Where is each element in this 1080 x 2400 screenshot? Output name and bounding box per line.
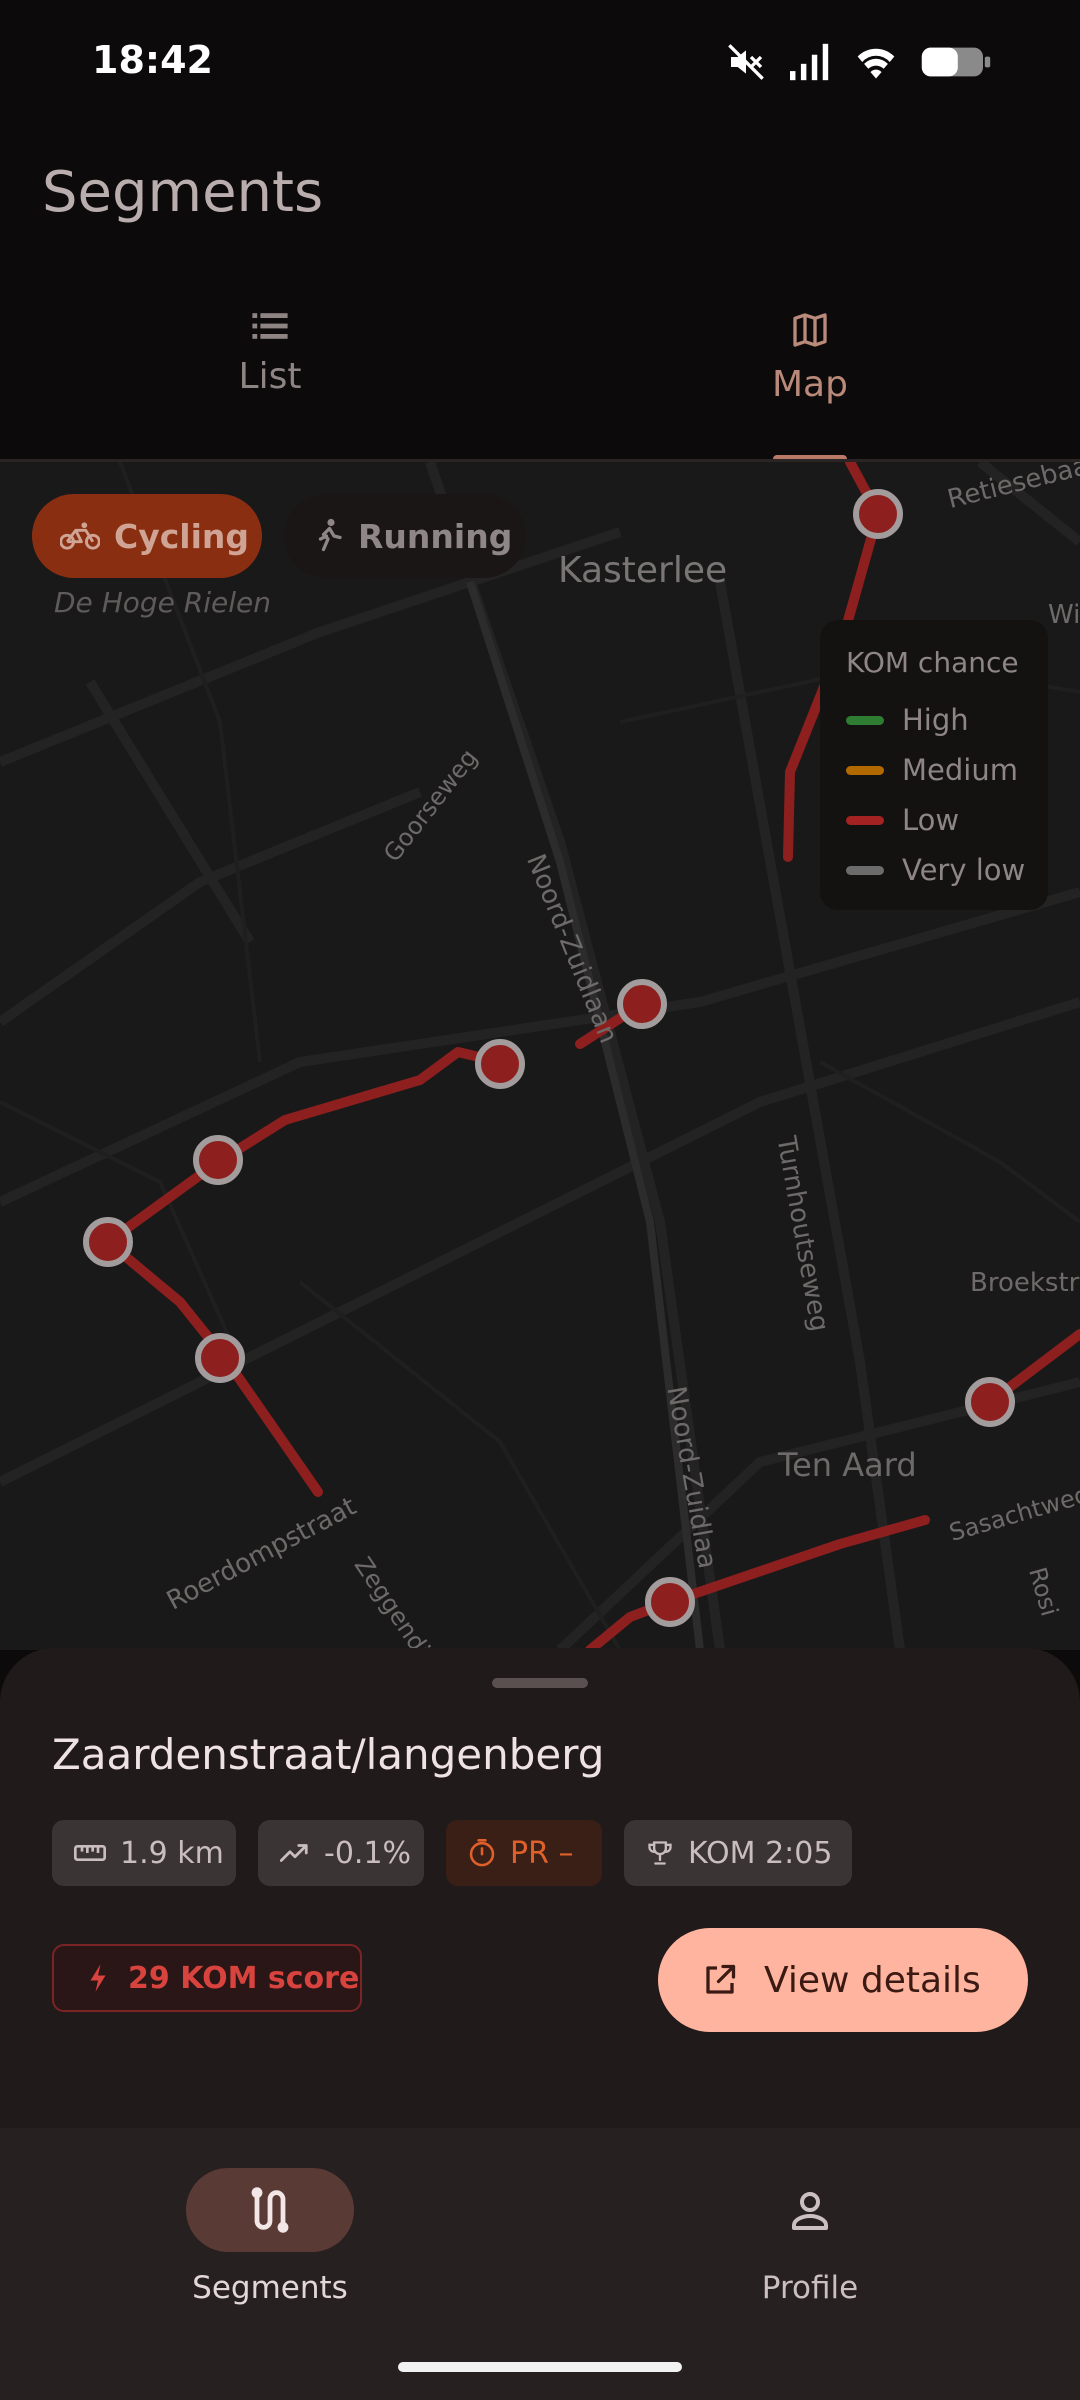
legend-label: Low — [902, 803, 960, 837]
nav-profile[interactable]: Profile — [540, 2168, 1080, 2306]
nav-segments-label: Segments — [192, 2270, 348, 2306]
legend-item-medium: Medium — [846, 750, 1018, 790]
tab-list-label: List — [238, 356, 302, 397]
ruler-icon — [74, 1845, 106, 1861]
bolt-icon — [90, 1964, 106, 1992]
tab-map[interactable]: Map — [540, 310, 1080, 405]
place-label: Kasterlee — [558, 550, 728, 591]
route-bottom — [585, 1515, 930, 1650]
battery-icon — [921, 47, 991, 77]
status-icons — [726, 40, 992, 84]
person-icon — [792, 2192, 828, 2230]
route-icon — [251, 2187, 289, 2233]
nav-segments[interactable]: Segments — [0, 2168, 540, 2306]
open-external-icon — [706, 1964, 736, 1994]
route-left — [103, 1047, 505, 1497]
view-details-button[interactable]: View details — [658, 1928, 1028, 2032]
place-label: De Hoge Rielen — [54, 586, 271, 619]
list-icon — [252, 313, 288, 339]
app-bar: Segments — [0, 120, 1080, 460]
segment-marker[interactable] — [195, 1333, 245, 1383]
segment-name: Zaardenstraat/langenberg — [52, 1730, 605, 1779]
legend-swatch — [846, 715, 884, 725]
legend-label: Very low — [902, 853, 1026, 887]
legend-item-high: High — [846, 700, 969, 740]
kom-time-value: KOM 2:05 — [688, 1835, 833, 1871]
kom-score-value: 29 KOM score — [128, 1960, 360, 1996]
legend-swatch — [846, 765, 884, 775]
running-filter-chip[interactable]: Running — [284, 494, 526, 578]
bottom-navigation: Segments Profile — [0, 2128, 1080, 2400]
place-label: Broekstra — [970, 1268, 1080, 1298]
bike-icon — [60, 522, 100, 550]
kom-time-chip: KOM 2:05 — [624, 1820, 852, 1886]
kom-chance-legend: KOM chance High Medium Low Very low — [820, 620, 1048, 910]
legend-label: Medium — [902, 753, 1018, 787]
legend-title: KOM chance — [846, 646, 1019, 679]
kom-score-badge: 29 KOM score — [52, 1944, 362, 2012]
map-icon — [793, 313, 827, 347]
legend-item-low: Low — [846, 800, 959, 840]
pr-chip: PR – — [446, 1820, 602, 1886]
nav-segments-pill — [186, 2168, 354, 2252]
nav-profile-pill — [726, 2168, 894, 2252]
cycling-label: Cycling — [114, 516, 250, 556]
signal-icon — [790, 43, 829, 81]
running-label: Running — [358, 516, 513, 556]
segment-marker[interactable] — [617, 979, 667, 1029]
segment-marker[interactable] — [853, 489, 903, 539]
wifi-icon — [857, 48, 895, 79]
timer-icon — [469, 1839, 495, 1867]
segment-marker[interactable] — [965, 1377, 1015, 1427]
mute-icon — [728, 44, 764, 80]
trending-icon — [280, 1844, 308, 1862]
legend-swatch — [846, 815, 884, 825]
legend-item-very-low: Very low — [846, 850, 1025, 890]
distance-value: 1.9 km — [120, 1835, 224, 1871]
legend-swatch — [846, 865, 884, 875]
tab-list[interactable]: List — [0, 310, 540, 397]
grade-chip: -0.1% — [258, 1820, 424, 1886]
segment-marker[interactable] — [645, 1577, 695, 1627]
status-time: 18:42 — [92, 38, 213, 82]
run-icon — [318, 518, 342, 552]
tab-map-label: Map — [772, 364, 848, 405]
segment-marker[interactable] — [193, 1135, 243, 1185]
view-details-label: View details — [764, 1959, 981, 2001]
pr-value: PR – — [510, 1835, 574, 1871]
segment-marker[interactable] — [475, 1039, 525, 1089]
main-road — [466, 580, 704, 1650]
distance-chip: 1.9 km — [52, 1820, 236, 1886]
legend-label: High — [902, 703, 969, 737]
cycling-filter-chip[interactable]: Cycling — [32, 494, 262, 578]
place-label: Wi — [1048, 600, 1080, 630]
grade-value: -0.1% — [324, 1835, 412, 1871]
page-title: Segments — [42, 160, 324, 225]
nav-profile-label: Profile — [761, 2270, 859, 2306]
segment-bottom-sheet[interactable]: Zaardenstraat/langenberg 1.9 km -0.1% PR… — [0, 1648, 1080, 2128]
segment-marker[interactable] — [83, 1217, 133, 1267]
trophy-icon — [648, 1841, 672, 1865]
place-label: Ten Aard — [778, 1446, 917, 1484]
status-bar: 18:42 — [0, 0, 1080, 120]
drag-handle[interactable] — [492, 1678, 588, 1688]
home-indicator[interactable] — [398, 2362, 682, 2372]
